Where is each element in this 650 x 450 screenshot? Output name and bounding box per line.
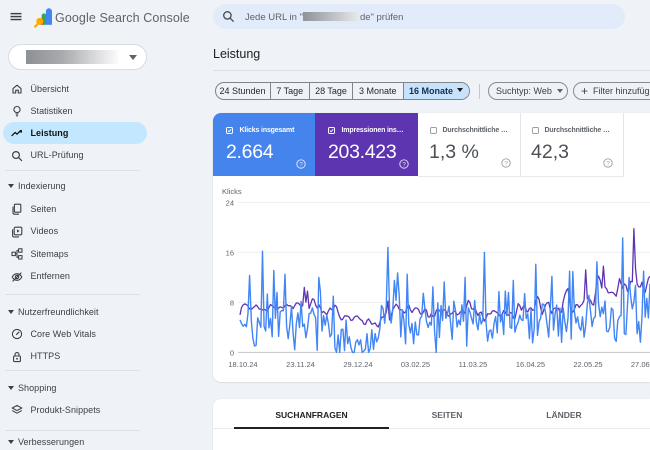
- svg-text:11.03.25: 11.03.25: [459, 360, 488, 369]
- svg-text:22.05.25: 22.05.25: [573, 360, 602, 369]
- svg-text:03.02.25: 03.02.25: [401, 360, 430, 369]
- svg-text:?: ?: [402, 161, 406, 168]
- svg-text:16: 16: [226, 248, 234, 257]
- svg-text:?: ?: [299, 161, 303, 168]
- svg-text:29.12.24: 29.12.24: [343, 360, 372, 369]
- svg-text:27.06.25: 27.06.25: [631, 360, 650, 369]
- svg-text:8: 8: [230, 298, 234, 307]
- svg-text:?: ?: [606, 160, 610, 167]
- svg-text:23.11.24: 23.11.24: [286, 360, 315, 369]
- svg-text:0: 0: [230, 348, 234, 357]
- svg-text:?: ?: [504, 160, 508, 167]
- svg-text:16.04.25: 16.04.25: [516, 360, 545, 369]
- svg-text:24: 24: [226, 198, 234, 207]
- svg-text:Klicks: Klicks: [222, 187, 242, 196]
- svg-text:18.10.24: 18.10.24: [228, 360, 257, 369]
